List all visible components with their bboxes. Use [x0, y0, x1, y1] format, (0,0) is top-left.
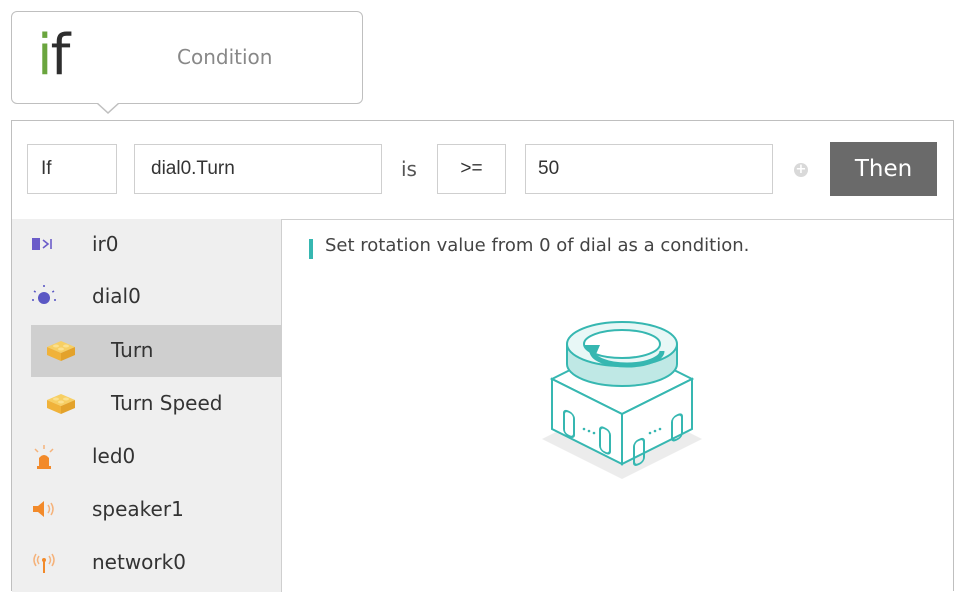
sidebar-item-label: speaker1	[92, 497, 184, 521]
condition-bar: If dial0.Turn is >= 50 + Then	[12, 121, 953, 220]
sidebar-item-ir0[interactable]: ir0	[12, 219, 281, 271]
variable-field[interactable]: dial0.Turn	[134, 144, 382, 194]
block-icon	[45, 390, 75, 416]
then-button[interactable]: Then	[830, 142, 937, 196]
speaker-icon	[30, 496, 58, 522]
operator-field[interactable]: >=	[437, 144, 506, 194]
sidebar-item-network0[interactable]: network0	[12, 537, 281, 589]
sidebar-item-label: ir0	[92, 232, 119, 256]
network-icon	[30, 549, 58, 575]
if-condition-card[interactable]: if Condition	[11, 11, 363, 104]
condition-panel: If dial0.Turn is >= 50 + Then ir0 dial0 …	[11, 120, 954, 592]
description-accent-bar	[309, 239, 313, 259]
description-pane: Set rotation value from 0 of dial as a c…	[282, 219, 953, 592]
sidebar-item-label: led0	[92, 444, 136, 468]
condition-label: Condition	[177, 45, 273, 69]
is-label: is	[401, 157, 417, 181]
led-icon	[30, 443, 58, 469]
sidebar-item-turn[interactable]: Turn	[31, 325, 281, 377]
dial-icon	[30, 283, 58, 309]
block-icon	[45, 337, 75, 363]
sidebar-item-label: Turn Speed	[111, 391, 223, 415]
condition-description: Set rotation value from 0 of dial as a c…	[325, 235, 750, 256]
sidebar-item-led0[interactable]: led0	[12, 431, 281, 483]
ir-sensor-icon	[30, 231, 58, 257]
if-keyword-field[interactable]: If	[27, 144, 117, 194]
sidebar-item-speaker1[interactable]: speaker1	[12, 484, 281, 536]
card-pointer	[96, 102, 120, 114]
dial-module-illustration	[522, 299, 722, 499]
sidebar-item-label: Turn	[111, 338, 154, 362]
sidebar-item-turn-speed[interactable]: Turn Speed	[12, 378, 281, 430]
sidebar-item-label: dial0	[92, 284, 141, 308]
sidebar-item-label: network0	[92, 550, 186, 574]
add-condition-icon[interactable]: +	[794, 163, 808, 177]
value-field[interactable]: 50	[525, 144, 773, 194]
sidebar-item-dial0[interactable]: dial0	[12, 271, 281, 323]
device-sidebar: ir0 dial0 Turn Turn Speed led0 speaker1 …	[12, 219, 282, 592]
if-logo: if	[37, 23, 70, 88]
